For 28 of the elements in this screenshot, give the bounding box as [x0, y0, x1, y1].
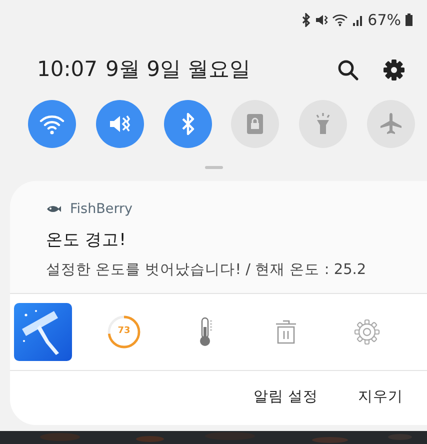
drag-handle[interactable] — [204, 166, 222, 169]
wifi-toggle[interactable] — [28, 100, 76, 148]
app-name: FishBerry — [70, 200, 133, 219]
notification-text: 설정한 온도를 벗어났습니다! / 현재 온도 : 25.2 — [46, 261, 368, 280]
vibrate-toggle[interactable] — [96, 100, 144, 148]
vibrate-icon — [108, 113, 132, 135]
clock-text: 10:07 — [37, 56, 98, 84]
action-button[interactable]: 지우기 — [358, 387, 403, 409]
date-text: 9월 9일 월요일 — [106, 56, 251, 84]
airplane-icon — [378, 112, 403, 136]
cleaner-app-icon[interactable] — [14, 303, 72, 361]
signal-icon — [352, 13, 364, 27]
battery-icon — [405, 13, 413, 27]
thermometer-icon[interactable] — [197, 317, 213, 347]
screen-lock-icon — [246, 113, 264, 135]
search-icon[interactable] — [337, 59, 359, 81]
fish-icon — [46, 204, 62, 214]
wifi-icon — [332, 13, 348, 27]
vibrate-icon — [314, 13, 328, 27]
bluetooth-toggle[interactable] — [164, 100, 212, 148]
battery-text: 67% — [368, 10, 401, 31]
bluetooth-icon — [180, 112, 196, 136]
settings-icon[interactable] — [383, 59, 405, 81]
trash-icon[interactable] — [274, 319, 298, 345]
wifi-icon — [39, 113, 65, 135]
bluetooth-icon — [300, 13, 311, 27]
action-button[interactable]: 알림 설정 — [253, 387, 318, 409]
notification-title: 온도 경고! — [46, 229, 127, 252]
